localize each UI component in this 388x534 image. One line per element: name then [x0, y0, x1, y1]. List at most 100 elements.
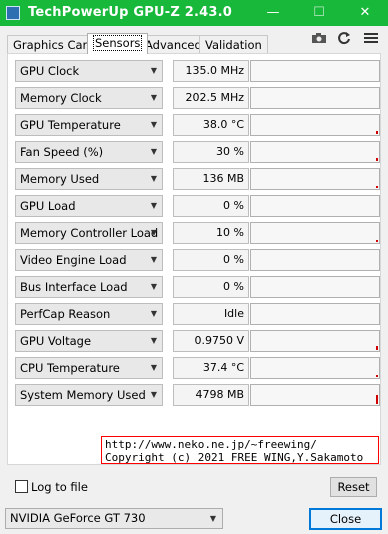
chevron-down-icon: ▼	[150, 174, 157, 183]
sensor-value: 135.0 MHz	[173, 60, 249, 82]
tab-advanced[interactable]: Advanced	[139, 35, 208, 54]
menu-icon[interactable]	[364, 32, 378, 44]
credit-url: http://www.neko.ne.jp/~freewing/	[105, 438, 317, 451]
window-title: TechPowerUp GPU-Z 2.43.0	[28, 5, 232, 20]
sensor-row: Memory Controller Load ▼ 10 %	[15, 222, 380, 244]
sensor-row: GPU Clock ▼ 135.0 MHz	[15, 60, 380, 82]
chevron-down-icon: ▼	[150, 66, 157, 75]
sensor-label: Memory Clock	[20, 91, 102, 105]
sensor-graph-bar	[376, 158, 378, 161]
sensor-graph	[250, 114, 380, 136]
maximize-button[interactable]: ☐	[296, 0, 342, 26]
sensor-label: Bus Interface Load	[20, 280, 128, 294]
sensor-value: 0 %	[173, 249, 249, 271]
sensor-row: GPU Load ▼ 0 %	[15, 195, 380, 217]
gpu-selector[interactable]: NVIDIA GeForce GT 730 ▼	[5, 508, 223, 529]
camera-icon[interactable]	[311, 32, 327, 44]
sensor-label: System Memory Used	[20, 388, 146, 402]
sensor-graph	[250, 195, 380, 217]
sensor-label: Fan Speed (%)	[20, 145, 104, 159]
sensor-row: Bus Interface Load ▼ 0 %	[15, 276, 380, 298]
sensor-label: Memory Controller Load	[20, 226, 159, 240]
sensor-selector[interactable]: System Memory Used ▼	[15, 384, 163, 406]
sensor-selector[interactable]: GPU Clock ▼	[15, 60, 163, 82]
sensor-graph-bar	[376, 240, 378, 242]
sensor-label: Memory Used	[20, 172, 100, 186]
sensor-row: CPU Temperature ▼ 37.4 °C	[15, 357, 380, 379]
chevron-down-icon: ▼	[150, 228, 157, 237]
refresh-icon[interactable]	[337, 31, 351, 45]
chevron-down-icon: ▼	[150, 336, 157, 345]
sensor-selector[interactable]: GPU Load ▼	[15, 195, 163, 217]
chevron-down-icon: ▼	[150, 93, 157, 102]
chevron-down-icon: ▼	[150, 147, 157, 156]
sensor-row: Memory Used ▼ 136 MB	[15, 168, 380, 190]
sensor-graph	[250, 303, 380, 325]
sensor-label: GPU Load	[20, 199, 76, 213]
sensor-value: 202.5 MHz	[173, 87, 249, 109]
sensor-label: CPU Temperature	[20, 361, 120, 375]
sensor-selector[interactable]: Memory Clock ▼	[15, 87, 163, 109]
sensor-selector[interactable]: Video Engine Load ▼	[15, 249, 163, 271]
sensor-value: 136 MB	[173, 168, 249, 190]
sensor-selector[interactable]: GPU Temperature ▼	[15, 114, 163, 136]
sensor-row: GPU Voltage ▼ 0.9750 V	[15, 330, 380, 352]
sensor-graph-bar	[376, 186, 378, 188]
tab-sensors[interactable]: Sensors	[87, 33, 149, 54]
chevron-down-icon: ▼	[150, 390, 157, 399]
sensor-graph	[250, 60, 380, 82]
sensor-selector[interactable]: GPU Voltage ▼	[15, 330, 163, 352]
chevron-down-icon: ▼	[150, 363, 157, 372]
sensor-graph	[250, 276, 380, 298]
sensor-selector[interactable]: Bus Interface Load ▼	[15, 276, 163, 298]
credit-copyright: Copyright (c) 2021 FREE WING,Y.Sakamoto	[105, 451, 364, 464]
log-to-file-label: Log to file	[31, 480, 88, 494]
sensor-selector[interactable]: CPU Temperature ▼	[15, 357, 163, 379]
title-bar: TechPowerUp GPU-Z 2.43.0 — ☐ ✕	[0, 0, 388, 26]
sensor-value: 0.9750 V	[173, 330, 249, 352]
sensor-graph	[250, 168, 380, 190]
sensor-row: PerfCap Reason ▼ Idle	[15, 303, 380, 325]
chevron-down-icon: ▼	[150, 255, 157, 264]
sensor-value: 0 %	[173, 276, 249, 298]
sensor-value: 0 %	[173, 195, 249, 217]
sensor-row: GPU Temperature ▼ 38.0 °C	[15, 114, 380, 136]
sensors-panel: GPU Clock ▼ 135.0 MHz Memory Clock ▼ 202.5 MH…	[7, 53, 381, 465]
log-to-file-checkbox[interactable]	[15, 480, 28, 493]
gpu-selector-value: NVIDIA GeForce GT 730	[10, 511, 146, 525]
sensor-graph-bar	[376, 131, 378, 134]
sensor-value: 37.4 °C	[173, 357, 249, 379]
sensor-label: GPU Temperature	[20, 118, 121, 132]
sensor-value: 10 %	[173, 222, 249, 244]
sensor-selector[interactable]: Fan Speed (%) ▼	[15, 141, 163, 163]
sensor-graph-bar	[376, 375, 378, 377]
sensor-label: PerfCap Reason	[20, 307, 111, 321]
sensor-graph	[250, 357, 380, 379]
sensor-selector[interactable]: Memory Controller Load ▼	[15, 222, 163, 244]
sensor-selector[interactable]: PerfCap Reason ▼	[15, 303, 163, 325]
sensor-row: Memory Clock ▼ 202.5 MHz	[15, 87, 380, 109]
sensor-value: 4798 MB	[173, 384, 249, 406]
window-close-button[interactable]: ✕	[342, 0, 388, 26]
chevron-down-icon: ▼	[150, 201, 157, 210]
sensor-graph	[250, 141, 380, 163]
credit-watermark: http://www.neko.ne.jp/~freewing/ Copyrig…	[101, 436, 379, 464]
chevron-down-icon: ▼	[209, 514, 216, 523]
sensor-selector[interactable]: Memory Used ▼	[15, 168, 163, 190]
sensor-graph	[250, 384, 380, 406]
sensor-row: System Memory Used ▼ 4798 MB	[15, 384, 380, 406]
chevron-down-icon: ▼	[150, 309, 157, 318]
tab-validation[interactable]: Validation	[199, 35, 268, 54]
sensor-graph	[250, 87, 380, 109]
sensor-graph-bar	[376, 395, 378, 404]
reset-button[interactable]: Reset	[330, 477, 377, 497]
sensor-row: Fan Speed (%) ▼ 30 %	[15, 141, 380, 163]
sensor-value: 38.0 °C	[173, 114, 249, 136]
sensor-graph-bar	[376, 346, 378, 350]
chevron-down-icon: ▼	[150, 282, 157, 291]
sensor-label: GPU Voltage	[20, 334, 92, 348]
close-button[interactable]: Close	[309, 508, 382, 530]
sensor-graph	[250, 222, 380, 244]
minimize-button[interactable]: —	[250, 0, 296, 26]
gpu-z-app-icon	[6, 6, 20, 20]
